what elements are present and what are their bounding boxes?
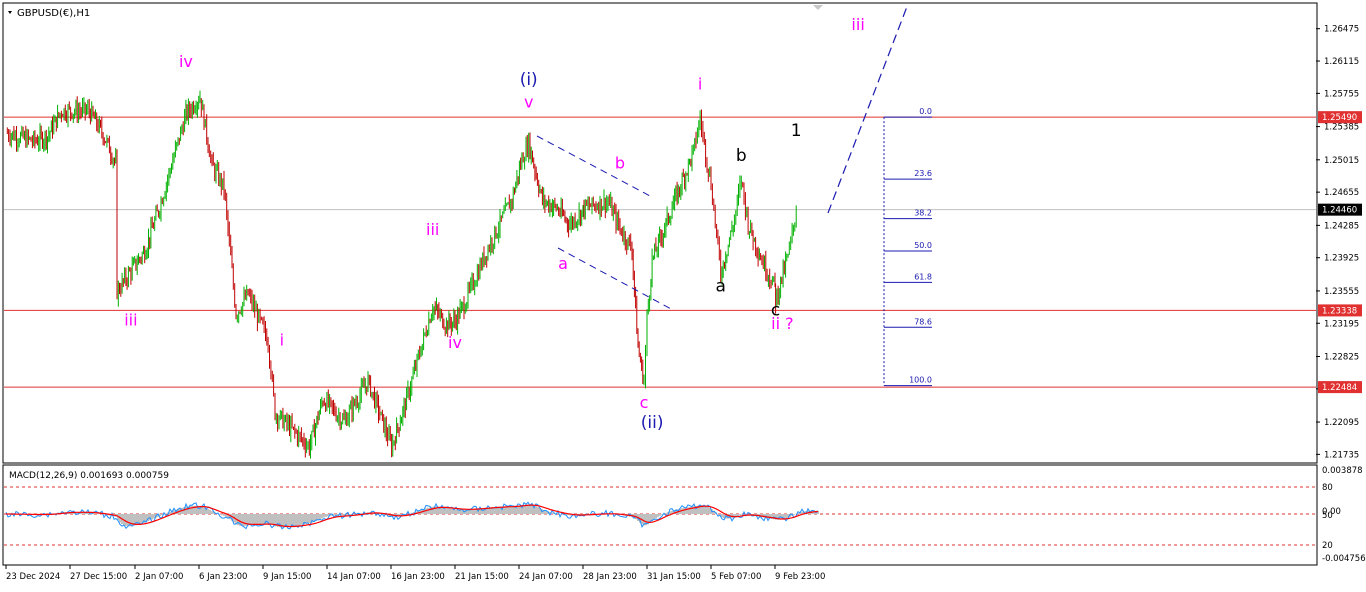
y-tick-label: 1.23195 <box>1324 319 1359 329</box>
macd-scale-label: -0.004756 <box>1322 554 1366 564</box>
y-tick-label: 1.24655 <box>1324 188 1359 198</box>
wave-label: v <box>524 92 533 111</box>
wave-label: ii ? <box>771 314 793 333</box>
wave-label: iii <box>124 311 137 330</box>
x-tick-label: 16 Jan 23:00 <box>391 572 445 582</box>
y-tick-label: 1.23555 <box>1324 287 1359 297</box>
x-tick-label: 9 Feb 23:00 <box>775 572 825 582</box>
symbol-title: GBPUSD(€),H1 <box>17 8 90 19</box>
fib-level-label: 50.0 <box>914 241 932 250</box>
wave-label: a <box>715 276 725 296</box>
x-tick-label: 31 Jan 15:00 <box>647 572 701 582</box>
wave-label: b <box>736 146 747 166</box>
y-tick-label: 1.23925 <box>1324 254 1359 264</box>
chart-window: GBPUSD(€),H1 MACD(12,26,9) 0.001693 0.00… <box>0 0 1366 588</box>
y-tick-label: 1.22825 <box>1324 352 1359 362</box>
x-tick-label: 24 Jan 07:00 <box>519 572 573 582</box>
y-tick-label: 1.26115 <box>1324 57 1359 67</box>
wave-label: i <box>698 74 702 93</box>
price-level-tag-label: 1.24460 <box>1322 206 1357 216</box>
y-tick-label: 1.25755 <box>1324 89 1359 99</box>
x-tick-label: 14 Jan 07:00 <box>327 572 381 582</box>
wave-label: 1 <box>791 121 802 141</box>
wave-label: iv <box>448 333 462 352</box>
x-tick-label: 2 Jan 07:00 <box>135 572 183 582</box>
macd-scale-label: 80 <box>1322 483 1333 493</box>
x-tick-label: 21 Jan 15:00 <box>455 572 509 582</box>
fib-level-label: 38.2 <box>914 209 932 218</box>
x-tick-label: 27 Dec 15:00 <box>70 572 127 582</box>
x-tick-label: 23 Dec 2024 <box>6 572 60 582</box>
y-tick-label: 1.24285 <box>1324 221 1359 231</box>
macd-scale-label: 20 <box>1322 541 1333 551</box>
x-tick-label: 5 Feb 07:00 <box>711 572 761 582</box>
fib-level-label: 23.6 <box>914 169 932 178</box>
y-tick-label: 1.22095 <box>1324 418 1359 428</box>
price-level-tag-label: 1.23338 <box>1322 306 1357 316</box>
wave-label: (ii) <box>641 413 664 433</box>
price-axis: 1.26475 1.26115 1.25755 1.25385 1.25015 1.246… <box>1316 25 1362 460</box>
fib-level-label: 0.0 <box>919 107 932 116</box>
y-tick-label: 1.21735 <box>1324 450 1359 460</box>
wave-label: (i) <box>520 70 538 90</box>
time-axis: 23 Dec 2024 27 Dec 15:00 2 Jan 07:00 6 Jan … <box>5 565 825 582</box>
fib-level-label: 61.8 <box>914 272 932 281</box>
wave-label: iii <box>851 15 864 34</box>
price-level-tag-label: 1.25490 <box>1322 113 1357 123</box>
wave-label: c <box>640 393 649 412</box>
macd-scale-label: 0.003878 <box>1322 466 1363 476</box>
x-tick-label: 6 Jan 23:00 <box>199 572 247 582</box>
y-tick-label: 1.26475 <box>1324 25 1359 35</box>
macd-scale-label: 50 <box>1322 511 1333 521</box>
macd-axis: 0.003878800.005020-0.004756 <box>1322 466 1366 564</box>
x-tick-label: 28 Jan 23:00 <box>583 572 637 582</box>
chart-canvas: GBPUSD(€),H1 MACD(12,26,9) 0.001693 0.00… <box>2 2 1366 582</box>
wave-label: i <box>280 330 284 349</box>
macd-label: MACD(12,26,9) 0.001693 0.000759 <box>9 471 169 481</box>
fib-level-label: 100.0 <box>909 376 932 385</box>
wave-label: iv <box>179 52 193 71</box>
wave-label: iii <box>426 220 439 239</box>
x-tick-label: 9 Jan 15:00 <box>263 572 311 582</box>
fib-level-label: 78.6 <box>914 317 932 326</box>
wave-label: b <box>615 153 625 172</box>
price-level-tag-label: 1.22484 <box>1322 383 1357 393</box>
y-tick-label: 1.25015 <box>1324 156 1359 166</box>
wave-label: a <box>558 254 568 273</box>
y-tick-label: 1.25385 <box>1324 123 1359 133</box>
